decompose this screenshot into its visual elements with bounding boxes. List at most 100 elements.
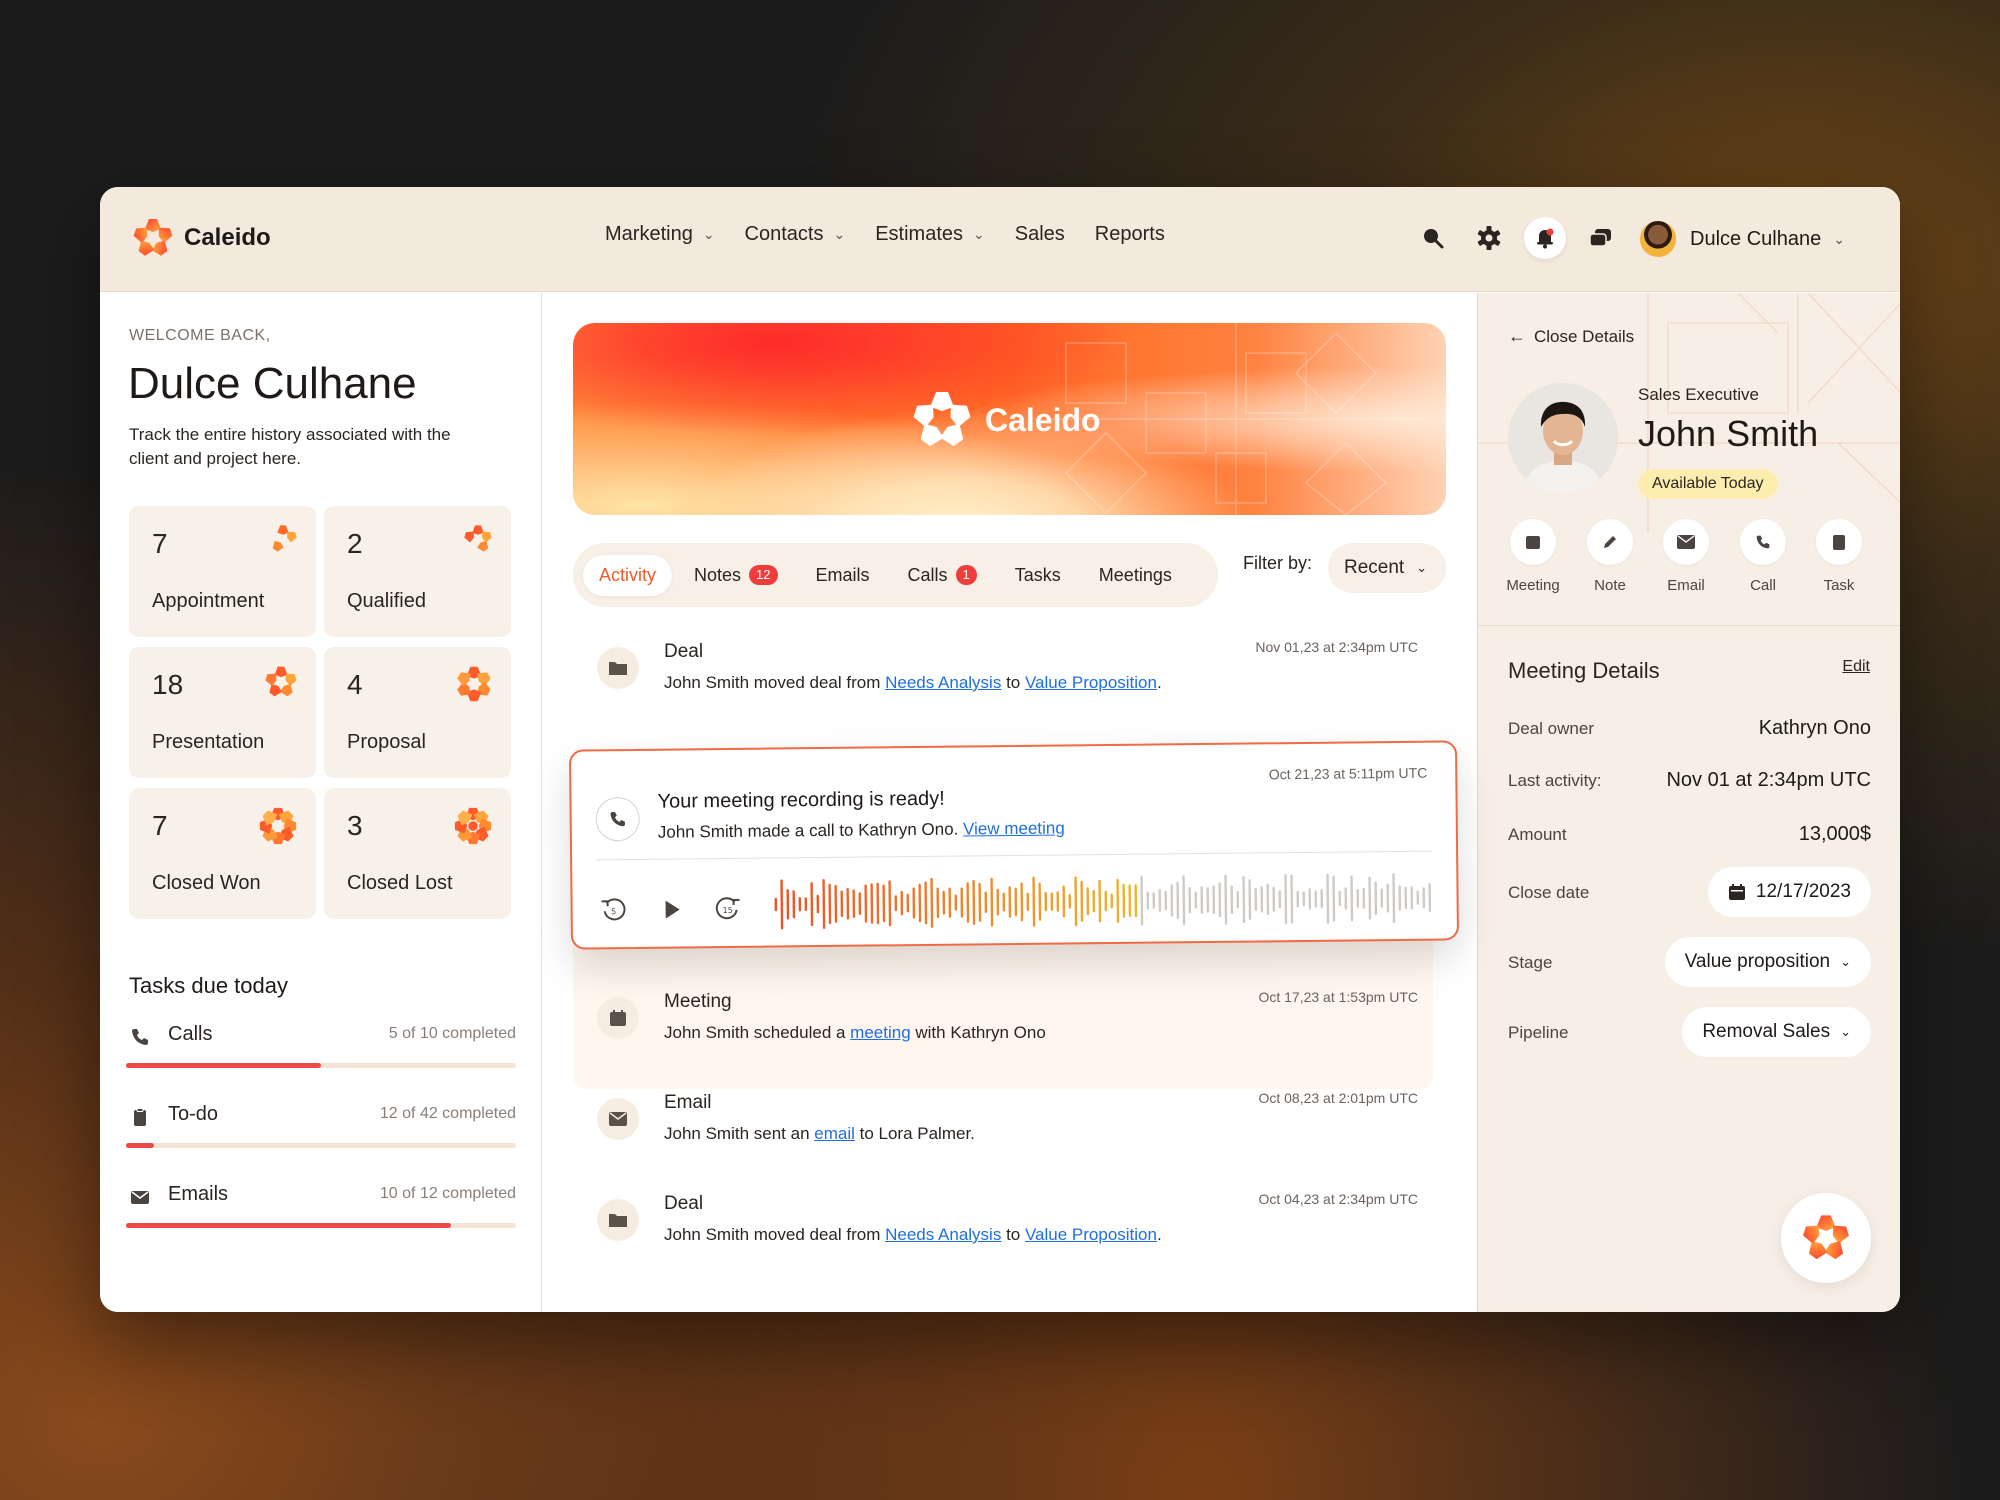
activity-text-part: John Smith sent an xyxy=(664,1124,815,1143)
nav-contacts[interactable]: Contacts ⌄ xyxy=(745,223,846,246)
progress-fill xyxy=(126,1223,451,1228)
waveform-bar xyxy=(912,887,916,919)
waveform-bar xyxy=(1428,882,1432,913)
phone-icon xyxy=(595,796,640,842)
waveform-bar xyxy=(1320,889,1324,909)
quick-action-task[interactable]: Task xyxy=(1804,519,1874,594)
tab-tasks[interactable]: Tasks xyxy=(999,555,1077,596)
task-todo[interactable]: To-do 12 of 42 completed xyxy=(126,1103,516,1163)
recording-text: John Smith made a call to Kathryn Ono. V… xyxy=(658,818,1065,842)
activity-text-part: . xyxy=(1156,1225,1162,1244)
tab-meetings[interactable]: Meetings xyxy=(1083,555,1188,596)
nav-reports[interactable]: Reports xyxy=(1095,223,1165,246)
brand[interactable]: Caleido xyxy=(132,217,271,259)
user-menu[interactable]: Dulce Culhane ⌄ xyxy=(1638,219,1845,259)
quick-action-note[interactable]: Note xyxy=(1575,519,1645,594)
tab-label: Notes xyxy=(694,564,742,585)
close-details-button[interactable]: ← Close Details xyxy=(1508,326,1634,347)
waveform-bar xyxy=(1302,891,1306,907)
task-calls[interactable]: Calls 5 of 10 completed xyxy=(126,1023,516,1083)
needs-analysis-link[interactable]: Needs Analysis xyxy=(885,1225,1001,1244)
play-icon[interactable] xyxy=(657,894,687,924)
audio-waveform[interactable] xyxy=(772,871,1433,932)
waveform-bar xyxy=(1080,880,1084,922)
waveform-bar xyxy=(1362,887,1366,909)
filter-select[interactable]: Recent ⌄ xyxy=(1328,543,1446,593)
chevron-down-icon: ⌄ xyxy=(1833,230,1845,247)
quick-action-call[interactable]: Call xyxy=(1728,519,1798,594)
assistant-button[interactable] xyxy=(1781,1193,1871,1283)
stat-card-presentation[interactable]: 18 Presentation xyxy=(129,647,316,778)
bell-icon[interactable] xyxy=(1524,217,1566,259)
progress-fill xyxy=(126,1063,321,1068)
waveform-bar xyxy=(918,883,922,923)
stat-card-qualified[interactable]: 2 Qualified xyxy=(324,506,511,637)
waveform-bar xyxy=(996,888,1000,916)
activity-item-deal[interactable]: Deal John Smith moved deal from Needs An… xyxy=(573,633,1446,713)
task-emails[interactable]: Emails 10 of 12 completed xyxy=(126,1183,516,1243)
waveform-bar xyxy=(1314,890,1318,908)
stat-value: 18 xyxy=(152,669,184,700)
nav-marketing[interactable]: Marketing ⌄ xyxy=(605,223,715,246)
view-meeting-link[interactable]: View meeting xyxy=(963,818,1065,838)
pipeline-select[interactable]: Removal Sales ⌄ xyxy=(1682,1007,1871,1057)
waveform-bar xyxy=(1374,881,1378,916)
nav-sales[interactable]: Sales xyxy=(1015,223,1065,246)
waveform-bar xyxy=(882,884,886,923)
chevron-down-icon: ⌄ xyxy=(1840,954,1851,969)
needs-analysis-link[interactable]: Needs Analysis xyxy=(885,673,1001,692)
stage-select[interactable]: Value proposition ⌄ xyxy=(1664,937,1871,987)
waveform-bar xyxy=(1230,885,1234,915)
detail-key: Close date xyxy=(1508,883,1590,902)
stat-card-closed-lost[interactable]: 3 Closed Lost xyxy=(324,788,511,919)
close-details-label: Close Details xyxy=(1534,326,1635,346)
contact-name: John Smith xyxy=(1638,413,1819,454)
value-proposition-link[interactable]: Value Proposition xyxy=(1025,673,1157,692)
waveform-bar xyxy=(1170,884,1174,917)
waveform-bar xyxy=(1392,873,1396,924)
waveform-bar xyxy=(1068,894,1072,909)
activity-time: Oct 17,23 at 1:53pm UTC xyxy=(1258,989,1418,1005)
search-icon[interactable] xyxy=(1412,217,1454,259)
svg-text:15: 15 xyxy=(723,906,733,915)
task-status: 5 of 10 completed xyxy=(388,1025,516,1042)
waveform-bar xyxy=(954,894,958,911)
rewind-5-icon[interactable]: 5 xyxy=(599,895,629,925)
progress-track xyxy=(126,1223,516,1228)
activity-item-email[interactable]: Email John Smith sent an email to Lora P… xyxy=(573,1084,1446,1164)
chat-icon[interactable] xyxy=(1580,217,1622,259)
waveform-bar xyxy=(1380,888,1384,908)
tab-emails[interactable]: Emails xyxy=(800,555,886,596)
activity-item-deal[interactable]: Deal John Smith moved deal from Needs An… xyxy=(573,1185,1446,1265)
activity-text-part: to xyxy=(1001,1225,1025,1244)
forward-15-icon[interactable]: 15 xyxy=(712,894,742,924)
edit-link[interactable]: Edit xyxy=(1842,658,1870,676)
nav-estimates[interactable]: Estimates ⌄ xyxy=(875,223,985,246)
gear-icon[interactable] xyxy=(1468,217,1510,259)
waveform-bar xyxy=(1212,885,1216,915)
nav-label: Marketing xyxy=(605,223,693,245)
activity-item-meeting[interactable]: Meeting John Smith scheduled a meeting w… xyxy=(573,983,1446,1063)
waveform-bar xyxy=(810,882,814,927)
stat-card-closed-won[interactable]: 7 Closed Won xyxy=(129,788,316,919)
email-link[interactable]: email xyxy=(814,1124,855,1143)
activity-tabs: Activity Notes 12 Emails Calls 1 Tasks Mee… xyxy=(573,543,1218,607)
stat-card-appointment[interactable]: 7 Appointment xyxy=(129,506,316,637)
calendar-icon xyxy=(1510,519,1556,565)
recording-card[interactable]: Your meeting recording is ready! John Sm… xyxy=(568,740,1460,950)
meeting-link[interactable]: meeting xyxy=(850,1023,910,1042)
tab-notes[interactable]: Notes 12 xyxy=(678,555,794,596)
quick-action-email[interactable]: Email xyxy=(1651,519,1721,594)
waveform-bar xyxy=(990,877,994,927)
waveform-bar xyxy=(1032,876,1036,927)
waveform-bar xyxy=(792,890,796,919)
waveform-bar xyxy=(1188,887,1192,914)
date-picker[interactable]: 12/17/2023 xyxy=(1707,867,1871,917)
tab-calls[interactable]: Calls 1 xyxy=(892,555,993,596)
value-proposition-link[interactable]: Value Proposition xyxy=(1025,1225,1157,1244)
quick-action-meeting[interactable]: Meeting xyxy=(1498,519,1568,594)
tab-activity[interactable]: Activity xyxy=(583,554,673,596)
chevron-down-icon: ⌄ xyxy=(1416,560,1428,575)
stat-card-proposal[interactable]: 4 Proposal xyxy=(324,647,511,778)
welcome-label: WELCOME BACK, xyxy=(129,327,271,344)
